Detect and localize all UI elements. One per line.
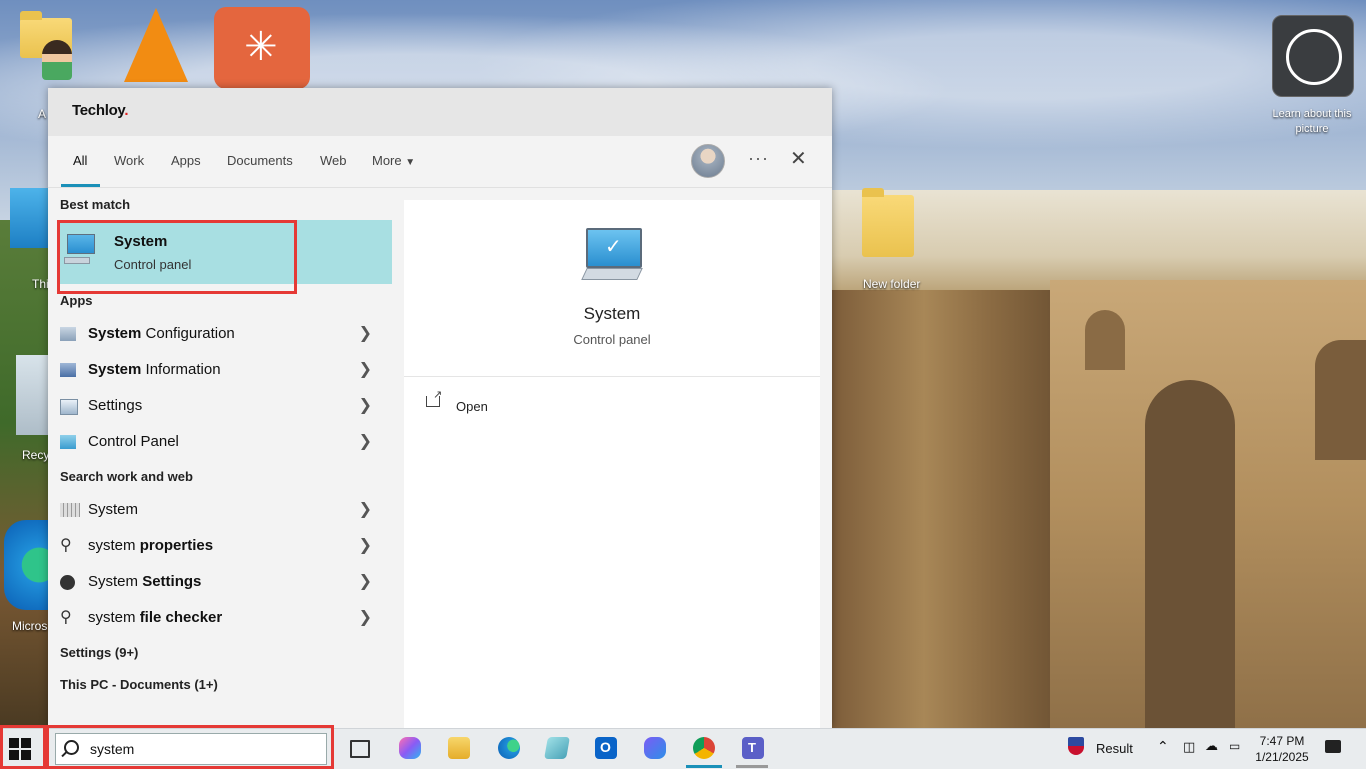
wallpaper-bridge-arch	[1145, 380, 1235, 728]
tab-web[interactable]: Web	[320, 153, 347, 168]
list-item-system-configuration[interactable]: System Configuration ❯	[58, 316, 392, 352]
list-item-system-information[interactable]: System Information ❯	[58, 352, 392, 388]
recycle-bin-icon[interactable]	[16, 355, 48, 435]
web-thumbnail-icon	[60, 503, 80, 517]
file-explorer-icon[interactable]	[448, 737, 470, 759]
web-result-system-file-checker[interactable]: ⚲ system file checker ❯	[58, 600, 392, 636]
open-action[interactable]: Open	[426, 388, 626, 418]
edge-icon[interactable]	[498, 737, 520, 759]
learn-about-picture-label: Learn about this picture	[1272, 108, 1352, 135]
more-options-icon[interactable]: ···	[748, 148, 769, 169]
web-result-system[interactable]: System ❯	[58, 492, 392, 528]
desktop-icon-label: A	[38, 107, 47, 121]
tab-all[interactable]: All	[73, 153, 87, 168]
m365-icon[interactable]	[644, 737, 666, 759]
search-web-heading: Search work and web	[60, 469, 193, 484]
nfl-icon	[1068, 737, 1084, 755]
chevron-right-icon: ❯	[358, 361, 372, 378]
highlight-box	[46, 725, 334, 769]
copilot-icon[interactable]	[399, 737, 421, 759]
keyboard-icon	[581, 268, 643, 280]
control-panel-icon	[60, 435, 76, 449]
chevron-right-icon: ❯	[358, 609, 372, 626]
settings-heading[interactable]: Settings (9+)	[60, 645, 138, 660]
desktop-icon-label: Thi	[32, 277, 49, 291]
web-result-system-settings[interactable]: System Settings ❯	[58, 564, 392, 600]
active-tab-indicator	[61, 184, 100, 187]
wallpaper-bridge-arch	[1085, 310, 1125, 370]
web-result-system-properties[interactable]: ⚲ system properties ❯	[58, 528, 392, 564]
edge-desktop-icon[interactable]	[4, 520, 48, 610]
camera-icon	[1286, 29, 1342, 85]
system-monitor-icon: ✓	[586, 228, 642, 268]
highlight-box	[0, 725, 46, 769]
detail-subtitle: Control panel	[573, 332, 651, 347]
list-item-settings[interactable]: Settings ❯	[58, 388, 392, 424]
wallpaper-bridge-arch	[1315, 340, 1366, 460]
open-icon	[426, 388, 442, 407]
weather-widget-label[interactable]: Result	[1096, 741, 1133, 756]
notification-icon[interactable]	[1325, 740, 1341, 753]
documents-heading[interactable]: This PC - Documents (1+)	[60, 677, 218, 692]
chevron-right-icon: ❯	[358, 573, 372, 590]
best-match-heading: Best match	[60, 197, 131, 212]
chevron-right-icon: ❯	[358, 325, 372, 342]
teams-icon[interactable]: T	[742, 737, 764, 759]
chevron-up-icon[interactable]: ⌃	[1157, 738, 1169, 755]
app-sunburst-icon[interactable]: ✳	[214, 7, 310, 89]
panel-header: Techloy.	[48, 88, 832, 136]
desktop-icon-label: Recy	[22, 448, 50, 462]
settings-app-icon	[60, 399, 78, 415]
detail-pane: ✓ System Control panel Open	[404, 200, 820, 728]
system-configuration-icon	[60, 327, 76, 341]
taskbar: O T Result ⌃ ◫ ☁ ▭ 7:47 PM 1/21/2025	[0, 725, 1366, 769]
clock[interactable]: 7:47 PM 1/21/2025	[1252, 733, 1312, 765]
task-view-icon[interactable]	[350, 740, 370, 758]
tab-documents[interactable]: Documents	[227, 153, 293, 168]
divider	[404, 376, 820, 377]
tab-apps[interactable]: Apps	[171, 153, 201, 168]
avatar[interactable]	[691, 144, 725, 178]
onedrive-icon[interactable]: ☁	[1205, 738, 1218, 754]
clock-date: 1/21/2025	[1255, 750, 1309, 764]
system-information-icon	[60, 363, 76, 377]
desktop-icon-label: Micros	[12, 619, 48, 633]
tab-more[interactable]: More ▼	[372, 153, 415, 168]
search-tabs: All Work Apps Documents Web More ▼ ··· ✕	[48, 136, 832, 188]
apps-heading: Apps	[60, 293, 93, 308]
chatgpt-icon	[60, 575, 75, 590]
chevron-down-icon: ▼	[405, 157, 416, 168]
meet-now-icon[interactable]: ◫	[1183, 739, 1195, 755]
new-folder-icon[interactable]	[862, 188, 914, 257]
list-item-control-panel[interactable]: Control Panel ❯	[58, 424, 392, 460]
clock-time: 7:47 PM	[1259, 734, 1305, 748]
vlc-icon[interactable]	[120, 8, 194, 88]
this-pc-icon[interactable]	[10, 188, 50, 248]
notepad-app-icon[interactable]	[544, 737, 570, 759]
outlook-icon[interactable]: O	[595, 737, 617, 759]
battery-icon[interactable]: ▭	[1229, 739, 1240, 753]
learn-about-picture-button[interactable]	[1272, 15, 1354, 97]
search-icon: ⚲	[60, 537, 72, 554]
highlight-box	[57, 220, 297, 294]
chevron-right-icon: ❯	[358, 433, 372, 450]
new-folder-label: New folder	[863, 277, 921, 291]
tab-work[interactable]: Work	[114, 153, 144, 168]
detail-title: System	[583, 304, 641, 323]
organization-brand: Techloy.	[72, 102, 129, 119]
close-icon[interactable]: ✕	[790, 146, 807, 171]
search-icon: ⚲	[60, 609, 72, 626]
chevron-right-icon: ❯	[358, 501, 372, 518]
desktop-user-folder-icon[interactable]	[20, 11, 72, 80]
wallpaper-cliff	[832, 290, 1062, 728]
chevron-right-icon: ❯	[358, 397, 372, 414]
chevron-right-icon: ❯	[358, 537, 372, 554]
chrome-icon[interactable]	[693, 737, 715, 759]
search-panel: Techloy. All Work Apps Documents Web Mor…	[48, 88, 832, 728]
